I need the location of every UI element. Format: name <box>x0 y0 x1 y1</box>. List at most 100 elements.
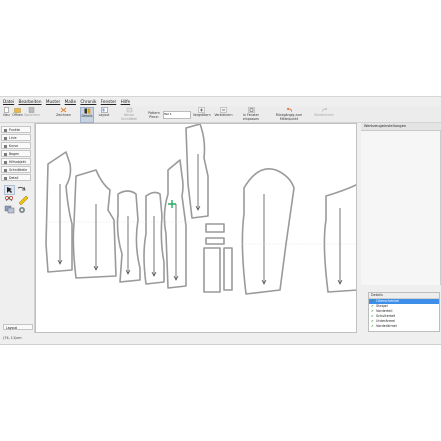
tool-pattern-pieces-label: Schnittteile <box>9 168 28 172</box>
tool-arc[interactable]: Bogen <box>1 150 31 157</box>
zoom-in-label: Vergrößern <box>193 113 211 117</box>
zoom-out-button[interactable]: Verkleinern <box>213 107 234 121</box>
menu-hilfe[interactable]: Hilfe <box>121 97 131 106</box>
back-piece-outline[interactable] <box>45 151 73 273</box>
pattern-piece-select[interactable]: Teil 1 <box>163 111 191 119</box>
upper-sleeve-outline[interactable] <box>241 168 295 295</box>
detail-item-label: Vorderärmel <box>376 324 397 328</box>
undo-button[interactable]: Rückgängig zum Mittelpunkt <box>268 107 310 121</box>
points-tool-icon <box>4 128 7 132</box>
cursor-position-readout: (74, 11)cm <box>3 336 22 340</box>
grainline-front <box>93 204 99 271</box>
grainline-upper-sleeve <box>261 194 267 285</box>
gear-icon[interactable] <box>19 207 25 213</box>
new-button-label: Neu <box>3 113 10 117</box>
layout-tab[interactable]: Layout <box>3 324 33 330</box>
detail-item-label: Vorderteil <box>376 309 393 313</box>
menu-masse[interactable]: Maße <box>65 97 76 106</box>
save-button[interactable]: Speichern <box>24 107 40 121</box>
tool-helper-label: Hilfsobjekt <box>9 160 26 164</box>
draw-mode-button[interactable]: Zeichnen <box>56 107 71 121</box>
front-piece-outline[interactable] <box>72 169 117 279</box>
check-icon: ✔ <box>371 304 374 308</box>
line-tool-icon <box>4 136 7 140</box>
curve-tool-icon <box>4 144 7 148</box>
check-icon: ✔ <box>371 299 374 303</box>
union-icon[interactable] <box>4 205 15 214</box>
check-icon: ✔ <box>371 314 374 318</box>
tool-points-label: Punkte <box>9 128 20 132</box>
details-list-panel: Details ✔ Oberschenkel ✔ Steigel ✔ Vorderte… <box>368 292 440 332</box>
tool-curve-label: Kurve <box>9 144 19 148</box>
new-pattern-piece-label: Neues Schnittteil <box>120 113 138 121</box>
redo-button[interactable]: Wiederholen <box>312 107 336 121</box>
pocket-piece-outline[interactable] <box>203 247 233 293</box>
tool-icons-grid <box>4 185 29 214</box>
tool-sidebar: Punkte Linie Kurve Bogen Hilfsobjekt Sch… <box>0 123 35 333</box>
zoom-in-button[interactable]: Vergrößern <box>193 107 211 121</box>
grainline-under-sleeve <box>337 208 343 285</box>
grainline-side-front <box>151 216 157 277</box>
status-bar: (74, 11)cm <box>0 334 441 343</box>
layout-mode-button[interactable]: Layout <box>98 107 110 121</box>
under-sleeve-outline[interactable] <box>323 184 357 293</box>
selected-point-marker[interactable] <box>168 200 176 208</box>
detail-item-label: Schulterteil <box>376 314 396 318</box>
detail-item[interactable]: ✔ Vorderärmel <box>369 324 439 329</box>
open-button[interactable]: Öffnen <box>12 107 23 121</box>
tool-curve[interactable]: Kurve <box>1 142 31 149</box>
scissors-icon[interactable] <box>5 196 13 202</box>
front-panel-piece-outline[interactable] <box>163 159 187 289</box>
drawing-canvas[interactable] <box>35 123 357 333</box>
save-button-label: Speichern <box>24 113 40 117</box>
main-toolbar: Neu Öffnen Speichern Zeichnen Details La… <box>0 106 441 123</box>
menu-fenster[interactable]: Fenster <box>101 97 117 106</box>
new-pattern-piece-button[interactable]: Neues Schnittteil <box>116 107 142 121</box>
menu-chronik[interactable]: Chronik <box>80 97 96 106</box>
cursor-icon[interactable] <box>4 185 15 195</box>
undo-label: Rückgängig zum Mittelpunkt <box>275 113 303 121</box>
tool-line-label: Linie <box>9 136 17 140</box>
pattern-piece-value: Teil 1 <box>164 112 172 116</box>
draw-mode-label: Zeichnen <box>56 113 71 117</box>
tool-pattern-pieces[interactable]: Schnittteile <box>1 166 31 173</box>
check-icon: ✔ <box>371 324 374 328</box>
grainline-collar <box>195 154 201 211</box>
tool-detail[interactable]: Detail <box>1 174 31 181</box>
check-icon: ✔ <box>371 319 374 323</box>
tool-line[interactable]: Linie <box>1 134 31 141</box>
menu-bearbeiten[interactable]: Bearbeiten <box>19 97 42 106</box>
grainline-front-panel <box>173 204 179 281</box>
fit-in-window-button[interactable]: In Fenster einpassen <box>236 107 266 121</box>
details-mode-button[interactable]: Details <box>80 107 94 123</box>
detail-item-label: Steigel <box>376 304 388 308</box>
menu-bar: Datei Bearbeiten Muster Maße Chronik Fen… <box>0 97 441 106</box>
side-piece-outline[interactable] <box>116 190 141 283</box>
check-icon: ✔ <box>371 309 374 313</box>
rotate-piece-icon[interactable] <box>17 186 26 191</box>
collar-piece-outline[interactable] <box>185 124 209 219</box>
pattern-drawing <box>45 124 357 295</box>
detail-tool-icon <box>4 176 7 180</box>
menu-datei[interactable]: Datei <box>3 97 14 106</box>
facing-piece-outline[interactable] <box>205 223 225 245</box>
new-button[interactable]: Neu <box>2 107 11 121</box>
zoom-out-label: Verkleinern <box>214 113 233 117</box>
helper-tool-icon <box>4 160 7 164</box>
tool-points[interactable]: Punkte <box>1 126 31 133</box>
tool-detail-label: Detail <box>9 176 19 180</box>
tool-options-area <box>361 131 441 285</box>
tool-helper-objects[interactable]: Hilfsobjekt <box>1 158 31 165</box>
grainline-back <box>57 184 63 265</box>
details-mode-label: Details <box>81 114 93 118</box>
layout-mode-label: Layout <box>98 113 110 117</box>
pattern-piece-label: Pattern Piece: <box>148 111 160 119</box>
grainline-side <box>125 216 131 275</box>
detail-item-label: Unterärmel <box>376 319 396 323</box>
pieces-tool-icon <box>4 168 7 172</box>
tool-options-title: Werkzeugeinstellungen <box>361 123 441 131</box>
redo-label: Wiederholen <box>313 113 334 117</box>
layout-tab-label: Layout <box>6 326 17 330</box>
menu-muster[interactable]: Muster <box>46 97 60 106</box>
pencil-icon[interactable] <box>18 195 29 206</box>
